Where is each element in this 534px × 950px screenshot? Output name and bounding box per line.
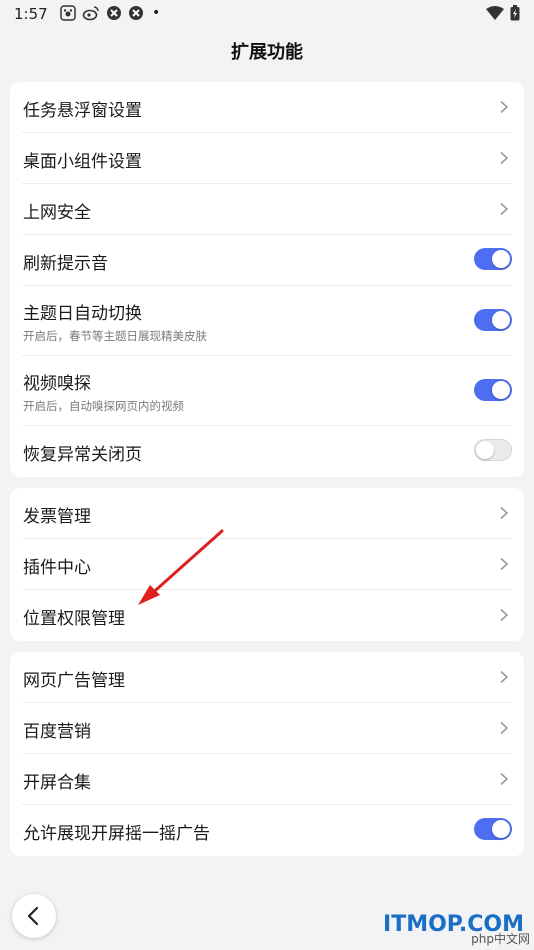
chevron-right-icon [500,202,509,216]
setting-web-security[interactable]: 上网安全 [22,184,512,235]
baidu-paw-icon [60,5,76,21]
setting-label: 刷新提示音 [23,254,108,274]
setting-splash-collection[interactable]: 开屏合集 [22,754,512,805]
setting-label: 开屏合集 [23,773,91,793]
setting-label: 发票管理 [23,507,91,527]
toggle-knob [492,381,510,399]
setting-shake-splash-ads: 允许展现开屏摇一摇广告 [22,805,512,856]
chevron-right-icon [500,608,509,622]
setting-restore-crashed-page: 恢复异常关闭页 [22,426,512,477]
back-button[interactable] [12,894,56,938]
setting-label: 插件中心 [23,558,91,578]
chevron-right-icon [500,557,509,571]
chevron-right-icon [500,506,509,520]
setting-desktop-widget[interactable]: 桌面小组件设置 [22,133,512,184]
toggle-knob [476,441,494,459]
app-icon [129,6,143,20]
setting-location-permission[interactable]: 位置权限管理 [22,590,512,641]
annotation-arrow-icon [138,529,224,605]
setting-label: 恢复异常关闭页 [23,445,142,465]
setting-label: 上网安全 [23,203,91,223]
chevron-left-icon [27,906,39,926]
status-bar: 1:57 • [0,0,534,28]
setting-label: 视频嗅探 [23,374,91,394]
watermark-sub: php中文网 [471,932,530,946]
toggle-knob [492,820,510,838]
refresh-sound-toggle[interactable] [474,248,512,270]
notification-dot: • [152,5,161,21]
chevron-right-icon [500,151,509,165]
toggle-knob [492,250,510,268]
setting-invoice-management[interactable]: 发票管理 [22,488,512,539]
setting-label: 主题日自动切换 [23,304,142,324]
settings-group-1: 任务悬浮窗设置 桌面小组件设置 上网安全 刷新提示音 主题日自动切换 开启后，春… [10,82,524,477]
chevron-right-icon [500,100,509,114]
battery-icon [510,5,520,21]
chevron-right-icon [500,721,509,735]
toggle-knob [492,311,510,329]
setting-description: 开启后，春节等主题日展现精美皮肤 [23,329,207,343]
setting-label: 百度营销 [23,722,91,742]
setting-label: 网页广告管理 [23,671,125,691]
setting-label: 允许展现开屏摇一摇广告 [23,824,210,844]
app-icon [107,6,121,20]
notification-icons: • [60,5,160,21]
page-title: 扩展功能 [231,42,303,63]
setting-label: 桌面小组件设置 [23,152,142,172]
settings-group-2: 发票管理 插件中心 位置权限管理 [10,488,524,641]
wifi-icon [486,6,504,20]
setting-theme-day-switch: 主题日自动切换 开启后，春节等主题日展现精美皮肤 [22,286,512,356]
setting-label: 任务悬浮窗设置 [23,101,142,121]
setting-label: 位置权限管理 [23,609,125,629]
setting-baidu-marketing[interactable]: 百度营销 [22,703,512,754]
setting-task-float-window[interactable]: 任务悬浮窗设置 [22,82,512,133]
setting-description: 开启后，自动嗅探网页内的视频 [23,399,184,413]
status-time: 1:57 [14,5,48,23]
status-right [486,5,520,21]
weibo-icon [82,6,99,21]
setting-refresh-sound: 刷新提示音 [22,235,512,286]
setting-plugin-center[interactable]: 插件中心 [22,539,512,590]
setting-video-sniff: 视频嗅探 开启后，自动嗅探网页内的视频 [22,356,512,426]
shake-ads-toggle[interactable] [474,818,512,840]
restore-page-toggle[interactable] [474,439,512,461]
theme-day-toggle[interactable] [474,309,512,331]
video-sniff-toggle[interactable] [474,379,512,401]
chevron-right-icon [500,670,509,684]
chevron-right-icon [500,772,509,786]
settings-group-3: 网页广告管理 百度营销 开屏合集 允许展现开屏摇一摇广告 [10,652,524,856]
setting-web-ad-management[interactable]: 网页广告管理 [22,652,512,703]
